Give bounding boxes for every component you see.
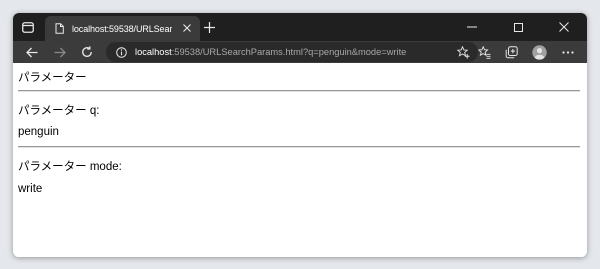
page-heading: パラメーター: [18, 72, 87, 84]
back-arrow-icon[interactable]: [22, 43, 42, 61]
param-mode-value: write: [18, 183, 43, 195]
close-icon[interactable]: [181, 22, 193, 34]
more-icon[interactable]: [558, 43, 578, 61]
collections-icon[interactable]: [501, 43, 521, 61]
browser-window: localhost:59538/URLSearchParams: [13, 13, 587, 257]
param-mode-label: パラメーター mode:: [18, 161, 122, 173]
document-icon: [53, 22, 65, 36]
maximize-icon[interactable]: [495, 13, 541, 41]
title-bar: localhost:59538/URLSearchParams: [13, 13, 587, 41]
tab-actions-icon[interactable]: [19, 19, 37, 35]
page-content: パラメーター パラメーター q: penguin パラメーター mode: wr…: [13, 63, 587, 257]
minimize-icon[interactable]: [449, 13, 495, 41]
info-icon[interactable]: [115, 46, 127, 58]
tab-title: localhost:59538/URLSearchParams: [72, 23, 172, 34]
divider: [18, 90, 580, 92]
favorites-icon[interactable]: [474, 43, 494, 61]
profile-icon[interactable]: [529, 43, 549, 61]
forward-arrow-icon[interactable]: [50, 43, 70, 61]
url-path: :59538/URLSearchParams.html?q=penguin&mo…: [171, 47, 407, 57]
star-plus-icon[interactable]: [456, 45, 470, 59]
url-text[interactable]: localhost:59538/URLSearchParams.html?q=p…: [135, 47, 406, 57]
refresh-icon[interactable]: [77, 43, 97, 61]
close-window-icon[interactable]: [541, 13, 587, 41]
tab-active[interactable]: localhost:59538/URLSearchParams: [45, 16, 200, 41]
param-q-value: penguin: [18, 126, 59, 138]
address-bar[interactable]: localhost:59538/URLSearchParams.html?q=p…: [106, 42, 478, 62]
plus-icon[interactable]: [201, 19, 217, 35]
url-host: localhost: [135, 47, 172, 57]
browser-toolbar: localhost:59538/URLSearchParams.html?q=p…: [13, 41, 587, 63]
divider: [18, 146, 580, 148]
param-q-label: パラメーター q:: [18, 105, 100, 117]
